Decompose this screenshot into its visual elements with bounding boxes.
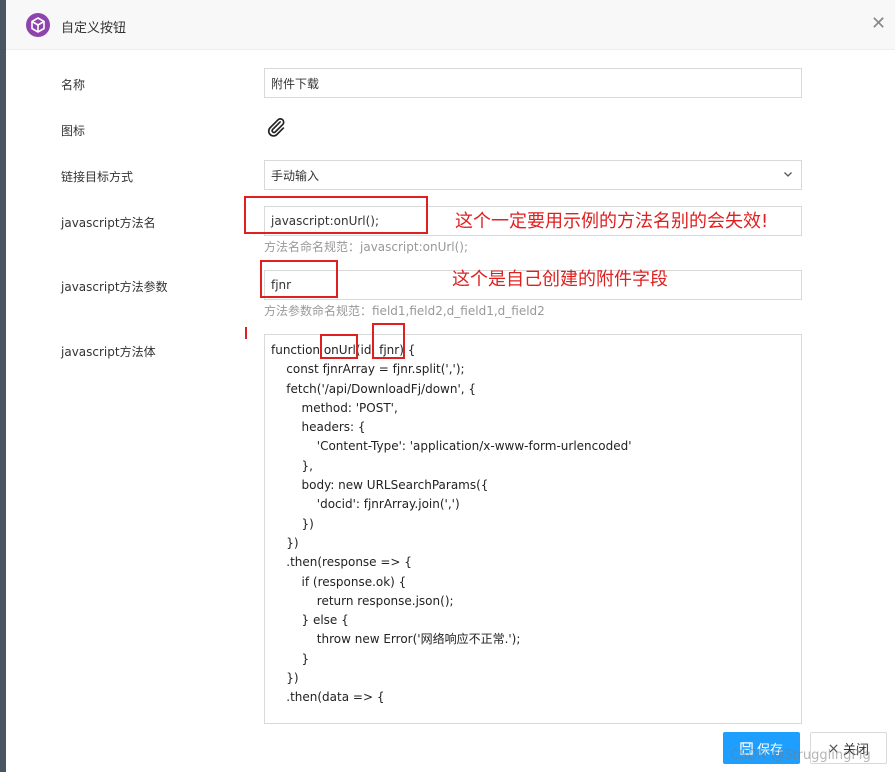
code-line: } else { [271,613,349,628]
annotation-tick-mark [245,327,247,339]
link-target-label: 链接目标方式 [61,170,134,184]
dialog-title: 自定义按钮 [61,21,127,36]
code-line: .then(response => { [271,555,412,570]
annotation-method-name-note: 这个一定要用示例的方法名别的会失效! [455,211,769,232]
link-target-select[interactable]: 手动输入 [264,160,802,190]
name-input[interactable]: 附件下载 [264,68,802,98]
link-target-value: 手动输入 [271,168,320,183]
js-method-body-label: javascript方法体 [61,345,156,359]
js-method-params-label: javascript方法参数 [61,280,168,294]
watermark: CSDN @StrugglingPig [730,748,871,763]
js-method-name-value: javascript:onUrl(); [271,214,380,228]
code-line: const fjnrArray = fjnr.split(','); [271,362,465,377]
dialog-header: 自定义按钮 ✕ [6,0,895,50]
code-line: } [271,651,310,666]
annotation-params-note: 这个是自己创建的附件字段 [452,269,668,290]
code-line: headers: { [271,420,366,435]
js-method-body-editor[interactable]: function onUrl(id, fjnr) { const fjnrArr… [264,334,802,724]
code-line: 'docid': fjnrArray.join(',') [271,497,460,512]
chevron-down-icon [784,172,792,177]
js-method-name-label: javascript方法名 [61,216,156,230]
name-input-value: 附件下载 [271,76,320,91]
name-label: 名称 [61,78,86,92]
code-line: method: 'POST', [271,400,398,415]
code-line: .then(data => { [271,690,385,705]
code-line: fetch('/api/DownloadFj/down', { [271,381,477,396]
cube-logo-icon [26,13,50,37]
code-line: if (response.ok) { [271,574,407,589]
paperclip-icon[interactable] [265,116,287,138]
js-method-name-hint: 方法名命名规范：javascript:onUrl(); [264,240,469,254]
code-line: }) [271,535,299,550]
code-line: throw new Error('网络响应不正常.'); [271,632,521,647]
js-method-params-value: fjnr [271,278,292,292]
code-line: }) [271,516,314,531]
code-line: }) [271,671,299,686]
code-line: function onUrl(id, fjnr) { [271,343,416,357]
code-line: body: new URLSearchParams({ [271,478,489,493]
custom-button-dialog: 自定义按钮 ✕ 名称 附件下载 图标 链接目标方式 手动输入 javascrip… [6,0,895,772]
js-method-params-hint: 方法参数命名规范：field1,field2,d_field1,d_field2 [264,304,545,318]
code-line: 'Content-Type': 'application/x-www-form-… [271,439,632,454]
code-line: return response.json(); [271,593,454,608]
close-icon[interactable]: ✕ [871,15,886,33]
code-line: }, [271,458,313,473]
icon-label: 图标 [61,124,86,138]
